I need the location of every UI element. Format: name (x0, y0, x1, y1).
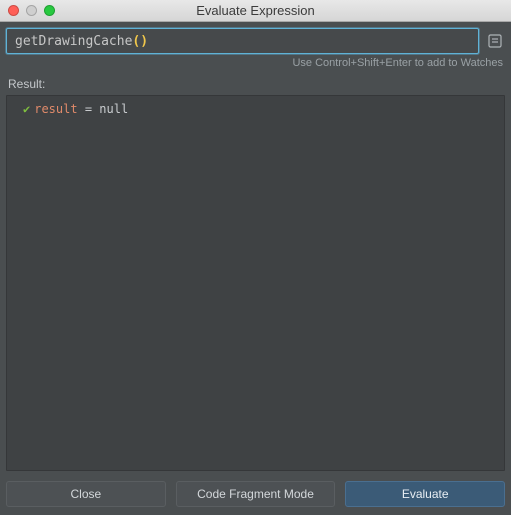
expression-function: getDrawingCache (15, 34, 132, 49)
window-title: Evaluate Expression (0, 3, 511, 18)
evaluate-button[interactable]: Evaluate (345, 481, 505, 507)
check-icon: ✔︎ (23, 103, 30, 115)
expression-row: getDrawingCache() (6, 28, 505, 54)
expression-input[interactable]: getDrawingCache() (6, 28, 479, 54)
result-name: result (34, 102, 77, 116)
result-line: ✔︎ result = null (13, 100, 498, 116)
result-label: Result: (6, 77, 505, 95)
zoom-window-icon[interactable] (44, 5, 55, 16)
shortcut-hint: Use Control+Shift+Enter to add to Watche… (6, 54, 505, 77)
history-icon (487, 33, 503, 49)
button-row: Close Code Fragment Mode Evaluate (6, 471, 505, 507)
expression-parens: () (132, 34, 148, 49)
titlebar: Evaluate Expression (0, 0, 511, 22)
dialog-content: getDrawingCache() Use Control+Shift+Ente… (0, 22, 511, 515)
result-value: = null (78, 102, 129, 116)
close-window-icon[interactable] (8, 5, 19, 16)
result-panel[interactable]: ✔︎ result = null (6, 95, 505, 471)
history-button[interactable] (485, 31, 505, 51)
close-button[interactable]: Close (6, 481, 166, 507)
minimize-window-icon (26, 5, 37, 16)
code-fragment-mode-button[interactable]: Code Fragment Mode (176, 481, 336, 507)
window-controls (0, 5, 55, 16)
